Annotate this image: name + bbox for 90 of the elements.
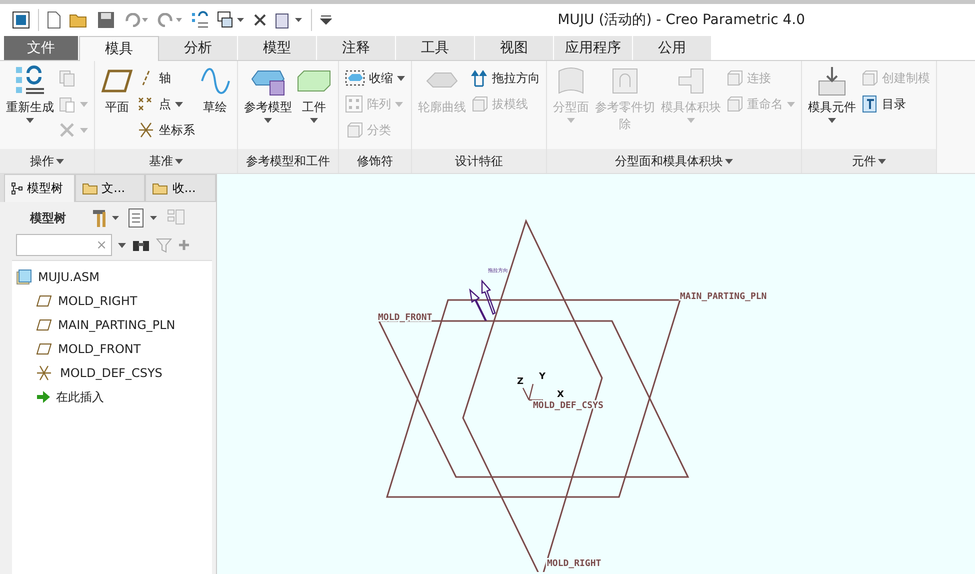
caret-icon (878, 158, 886, 164)
tree-item[interactable]: MOLD_RIGHT (58, 294, 138, 308)
ribbon-button[interactable]: 拖拉方向 (470, 67, 540, 89)
right-arrow-icon (36, 391, 50, 403)
group-label: 修饰符 (339, 149, 411, 173)
coordinate-system-icon (36, 365, 54, 381)
tree-item[interactable]: MUJU.ASM (38, 270, 100, 284)
up-arrows-icon (470, 69, 488, 87)
ribbon-button[interactable]: 点 (137, 93, 195, 115)
panel-tab[interactable]: 收... (145, 174, 216, 202)
cube-icon[interactable] (275, 11, 303, 29)
tree-item[interactable]: MAIN_PARTING_PLN (58, 318, 176, 332)
regenerate-icon (14, 65, 46, 97)
cube-icon (860, 69, 878, 87)
sketch-icon (199, 65, 231, 97)
datum-label: MOLD_RIGHT (547, 559, 602, 569)
settings-list-icon[interactable] (128, 208, 158, 228)
ribbon-button[interactable]: 草绘 (199, 65, 231, 149)
datum-label: MAIN_PARTING_PLN (680, 292, 767, 302)
ribbon-button[interactable]: 工件 (296, 65, 332, 149)
plane-icon (36, 295, 52, 307)
pattern-icon (345, 95, 363, 113)
ribbon-tab[interactable]: 模型 (238, 36, 317, 60)
axis-label: Y (539, 372, 546, 382)
catalog-icon (860, 95, 878, 113)
group-label: 参考模型和工件 (238, 149, 338, 173)
cube-icon (345, 121, 363, 139)
ribbon-button[interactable]: 目录 (860, 93, 930, 115)
group-label[interactable]: 操作 (0, 149, 94, 173)
panel-title: 模型树 (30, 210, 66, 226)
double-arrow-drawing[interactable] (469, 279, 496, 321)
coordinate-axes-drawing (522, 383, 544, 401)
tree-item[interactable]: 在此插入 (56, 388, 104, 406)
ribbon-button[interactable]: 收缩 (345, 67, 405, 89)
assembly-icon (16, 269, 32, 285)
copy-icon (58, 69, 76, 87)
ribbon-button[interactable]: 轴 (137, 67, 195, 89)
group-label: 设计特征 (412, 149, 546, 173)
axis-label: Z (517, 377, 524, 387)
datum-plane[interactable] (462, 218, 603, 572)
folder-icon (152, 181, 168, 195)
window-title: MUJU (活动的) - Creo Parametric 4.0 (558, 11, 805, 29)
tree-item[interactable]: MOLD_DEF_CSYS (60, 366, 162, 380)
caret-icon (175, 158, 183, 164)
plane-icon (36, 343, 52, 355)
ribbon-tab[interactable]: 分析 (159, 36, 238, 60)
tree-item[interactable]: MOLD_FRONT (58, 342, 141, 356)
cube-icon (470, 95, 488, 113)
tree-icon (11, 182, 23, 196)
save-icon[interactable] (97, 11, 115, 29)
plane-icon (36, 319, 52, 331)
redo-icon[interactable] (157, 13, 183, 27)
cube-icon (725, 69, 743, 87)
ribbon-button[interactable]: 平面 (101, 65, 133, 149)
datum-label: MOLD_FRONT (378, 313, 432, 323)
ribbon-button[interactable]: 重新生成 (6, 65, 54, 149)
ribbon-button[interactable]: 参考模型 (244, 65, 292, 149)
binoculars-icon[interactable] (132, 238, 150, 252)
ribbon-button[interactable]: 坐标系 (137, 119, 195, 141)
tools-icon[interactable] (90, 208, 120, 228)
app-icon[interactable] (12, 11, 30, 29)
group-label[interactable]: 元件 (802, 149, 936, 173)
customize-icon[interactable] (320, 15, 332, 25)
windows-icon[interactable] (217, 11, 245, 29)
coordinate-system-icon (137, 121, 155, 139)
regenerate-icon[interactable] (191, 11, 209, 29)
undo-icon[interactable] (123, 13, 149, 27)
caret-icon (118, 242, 126, 248)
shrink-icon (345, 70, 365, 86)
axis-label: X (557, 390, 564, 400)
ribbon-tab[interactable]: 文件 (4, 36, 79, 60)
ribbon-tab[interactable]: 模具 (79, 36, 159, 61)
group-label[interactable]: 基准 (95, 149, 237, 173)
close-icon[interactable] (253, 13, 267, 27)
cube-icon (725, 95, 743, 113)
panel-tab[interactable]: 文... (74, 174, 146, 202)
group-label[interactable]: 分型面和模具体积块 (547, 149, 801, 173)
delete-icon (58, 121, 76, 139)
caret-icon (725, 158, 733, 164)
folder-icon (82, 181, 98, 195)
ribbon-tab[interactable]: 注释 (317, 36, 396, 60)
ribbon-tab[interactable]: 工具 (396, 36, 475, 60)
ribbon-button[interactable]: 模具元件 (808, 65, 856, 149)
ribbon-tab[interactable]: 公用 (633, 36, 712, 60)
caret-icon (56, 158, 64, 164)
ribbon-tab[interactable]: 应用程序 (554, 36, 633, 60)
new-file-icon[interactable] (47, 11, 61, 29)
panel-tab[interactable]: 模型树 (4, 174, 75, 202)
paste-icon (58, 95, 76, 113)
ribbon-tab[interactable]: 视图 (475, 36, 554, 60)
